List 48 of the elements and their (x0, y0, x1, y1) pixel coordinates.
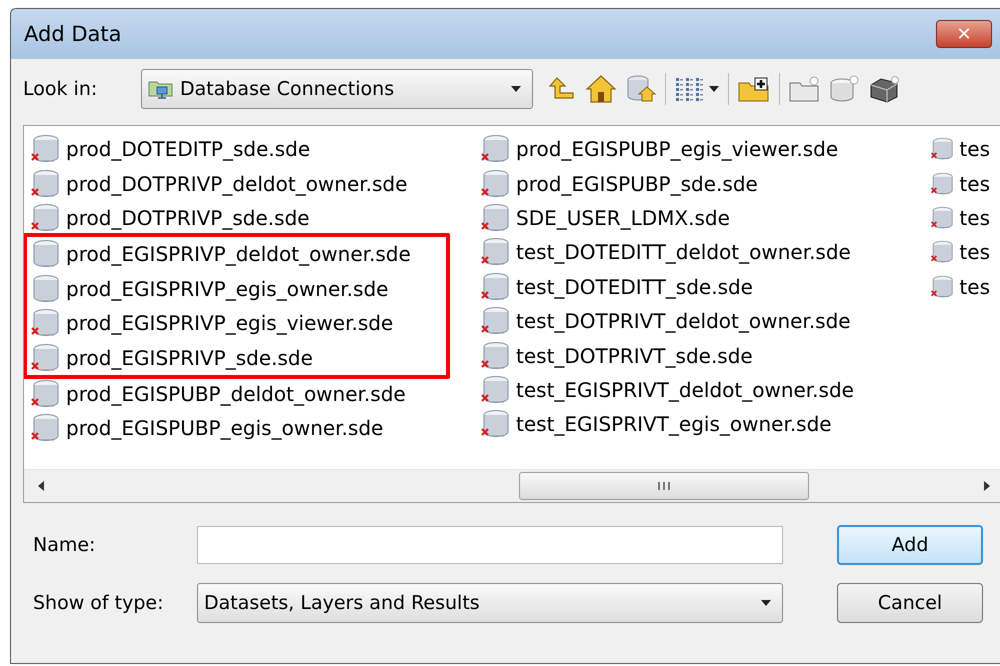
connection-item[interactable]: tes (930, 200, 990, 236)
connection-item[interactable]: tes (930, 270, 990, 304)
window-title: Add Data (24, 22, 122, 46)
connection-item[interactable]: prod_DOTEDITP_sde.sde (30, 132, 480, 166)
name-label: Name: (33, 534, 96, 556)
caret-icon (510, 85, 522, 93)
name-input-field[interactable] (197, 526, 783, 564)
scroll-left-icon[interactable] (36, 480, 46, 492)
connection-item[interactable]: tes (930, 235, 990, 270)
grip-icon (656, 481, 672, 491)
connection-item[interactable]: tes (930, 132, 990, 166)
connection-item[interactable]: prod_EGISPUBP_egis_owner.sde (30, 411, 480, 446)
view-menu-button[interactable] (674, 76, 720, 102)
connection-item[interactable]: test_EGISPRIVT_deldot_owner.sde (480, 372, 930, 408)
connection-item[interactable]: prod_EGISPUBP_egis_viewer.sde (480, 132, 930, 166)
connection-item[interactable]: prod_EGISPRIVP_egis_viewer.sde (30, 306, 446, 340)
caret-icon (760, 599, 772, 607)
add-button[interactable]: Add (837, 525, 983, 565)
connection-item[interactable]: prod_EGISPRIVP_egis_owner.sde (30, 272, 446, 306)
connection-item[interactable]: prod_EGISPUBP_sde.sde (480, 166, 930, 201)
type-dropdown[interactable]: Datasets, Layers and Results (197, 583, 783, 623)
connection-item[interactable]: prod_EGISPUBP_deldot_owner.sde (30, 376, 480, 412)
horizontal-scrollbar[interactable] (24, 469, 1000, 502)
new-folder-icon[interactable] (788, 75, 820, 103)
scrollbar-thumb[interactable] (519, 472, 809, 500)
connection-item[interactable]: test_EGISPRIVT_egis_owner.sde (480, 407, 930, 442)
cancel-button[interactable]: Cancel (837, 583, 983, 623)
toolbox-icon[interactable] (868, 75, 900, 103)
connection-item[interactable]: test_DOTPRIVT_deldot_owner.sde (480, 304, 930, 338)
database-home-icon[interactable] (625, 74, 657, 104)
folder-plus-icon[interactable] (737, 75, 771, 103)
home-icon[interactable] (585, 74, 617, 104)
connection-item[interactable]: prod_DOTPRIVP_deldot_owner.sde (30, 166, 480, 201)
show-of-type-label: Show of type: (33, 592, 165, 614)
connection-item[interactable]: test_DOTPRIVT_sde.sde (480, 338, 930, 373)
connection-item[interactable]: prod_EGISPRIVP_sde.sde (30, 340, 446, 375)
connection-item[interactable]: prod_DOTPRIVP_sde.sde (30, 200, 480, 236)
connection-item[interactable]: test_DOTEDITT_deldot_owner.sde (480, 235, 930, 270)
connection-item[interactable]: tes (930, 166, 990, 201)
caret-icon (708, 85, 720, 93)
look-in-label: Look in: (23, 78, 98, 100)
connection-item[interactable]: test_DOTEDITT_sde.sde (480, 270, 930, 304)
list-view-icon (674, 76, 704, 102)
look-in-dropdown[interactable]: Database Connections (141, 69, 533, 109)
new-database-icon[interactable] (828, 75, 860, 103)
connection-item[interactable]: prod_EGISPRIVP_deldot_owner.sde (30, 237, 446, 272)
connection-item[interactable]: SDE_USER_LDMX.sde (480, 200, 930, 236)
scroll-right-icon[interactable] (982, 480, 992, 492)
